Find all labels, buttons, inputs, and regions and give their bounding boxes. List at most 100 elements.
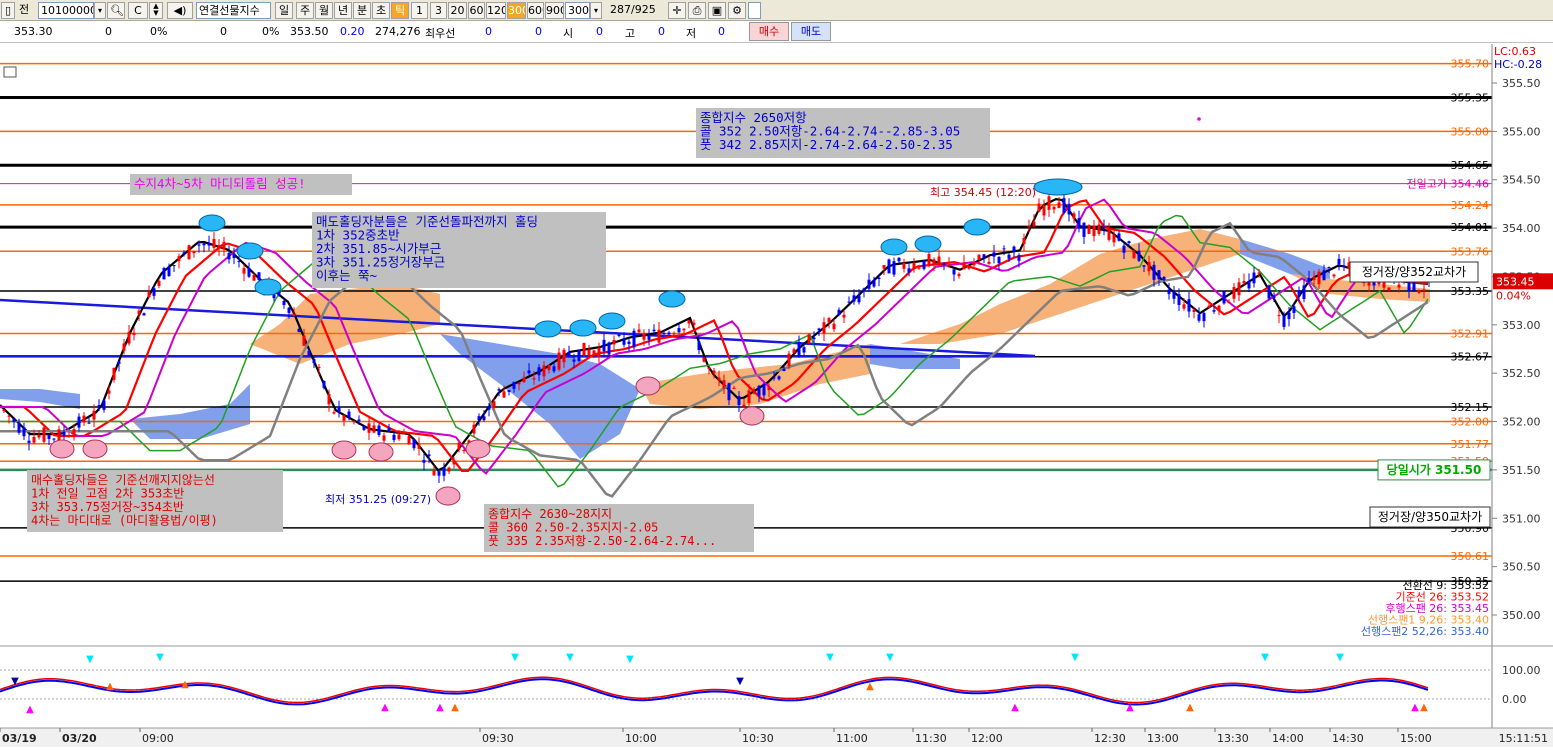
candle-body-33	[167, 266, 171, 277]
period-button-2[interactable]: 월	[315, 2, 333, 19]
period-button-0[interactable]: 일	[275, 2, 293, 19]
settings-icon[interactable]: ⚙	[728, 2, 746, 19]
candle-body-208	[1042, 205, 1046, 216]
candle-body-78	[392, 434, 396, 441]
interval-button-1[interactable]: 1	[411, 2, 428, 19]
dot-marker	[1197, 117, 1201, 121]
change-value-1: 0	[105, 25, 112, 38]
level-label-9: 352.67	[1451, 351, 1490, 364]
price-chart[interactable]: 355.70 355.35 355.00 354.65 354.24 354.01 353.…	[0, 44, 1553, 747]
interval-button-300[interactable]: 300	[507, 2, 526, 19]
quote-infobar: 353.30 0 0% 0 0% 353.50 0.20 274,276 최우선…	[0, 21, 1553, 43]
candle-body-166	[832, 323, 836, 330]
chart-type-icon[interactable]: ▯	[1, 2, 15, 19]
candle-body-220	[1102, 226, 1106, 228]
code-input[interactable]: 10100000	[38, 2, 94, 19]
candle-body-109	[547, 365, 551, 371]
candle-body-49	[247, 267, 251, 277]
candle-body-46	[232, 253, 236, 259]
interval-button-60[interactable]: 60	[468, 2, 485, 19]
annotation-text-a4-0: 매수홀딩자들은 기준선깨지지않는선	[31, 473, 215, 487]
level-label-2: 355.00	[1451, 125, 1490, 138]
candle-body-230	[1152, 264, 1156, 280]
candle-body-195	[977, 254, 981, 260]
candle-body-23	[117, 361, 121, 364]
candle-body-81	[407, 436, 411, 445]
interval-button-3[interactable]: 3	[430, 2, 447, 19]
item-name-field[interactable]: 연결선물지수	[196, 2, 271, 19]
candle-body-162	[812, 337, 816, 340]
period-button-6[interactable]: 틱	[391, 2, 409, 19]
interval-button-900[interactable]: 900	[545, 2, 564, 19]
y-tick-label-3: 354.00	[1502, 222, 1541, 235]
period-button-5[interactable]: 초	[372, 2, 390, 19]
period-button-1[interactable]: 주	[296, 2, 314, 19]
candle-body-63	[317, 366, 321, 368]
candle-body-159	[797, 341, 801, 358]
candle-body-175	[877, 277, 881, 279]
candle-body-186	[932, 259, 936, 264]
marker-top-7	[880, 238, 908, 256]
osc-tick-100: 100.00	[1502, 664, 1541, 677]
candle-body-57	[287, 307, 291, 313]
grid-toggle-icon[interactable]	[3, 66, 17, 78]
candle-body-117	[587, 349, 591, 356]
level-label-0: 355.70	[1451, 58, 1490, 71]
chart-canvas[interactable]: 355.70 355.35 355.00 354.65 354.24 354.01 353.…	[0, 44, 1553, 747]
option-checkbox[interactable]	[748, 2, 761, 19]
save-icon[interactable]: ▣	[708, 2, 726, 19]
change-value-2: 0	[220, 25, 227, 38]
code-history-icon[interactable]: C	[128, 2, 148, 19]
buy-button[interactable]: 매수	[749, 22, 789, 41]
candle-body-205	[1027, 225, 1031, 227]
candle-body-6	[32, 437, 36, 443]
period-button-4[interactable]: 분	[353, 2, 371, 19]
candle-body-184	[922, 260, 926, 269]
marker-top-3	[534, 320, 562, 338]
candle-body-179	[897, 257, 901, 262]
sell-button[interactable]: 매도	[791, 22, 831, 41]
period-button-3[interactable]: 년	[334, 2, 352, 19]
candle-body-177	[887, 259, 891, 274]
candle-body-151	[757, 385, 761, 396]
y-tick-label-0: 355.50	[1502, 77, 1541, 90]
code-dropdown-icon[interactable]: ▾	[94, 2, 106, 19]
candle-body-67	[337, 406, 341, 413]
search-icon[interactable]: 🔍︎	[107, 2, 125, 19]
osc-arrow-14: ▲	[866, 681, 874, 692]
osc-arrow-1: ▼	[156, 652, 164, 663]
osc-arrow-21: ▲	[1411, 702, 1419, 713]
candle-body-110	[552, 366, 556, 372]
y-tick-label-6: 352.50	[1502, 367, 1541, 380]
candle-body-100	[502, 391, 506, 398]
candle-body-86	[432, 470, 436, 476]
candle-body-59	[297, 328, 301, 333]
spin-icon[interactable]: ▲ ▼	[149, 2, 163, 19]
candle-body-223	[1117, 233, 1121, 241]
best-value-1: 0	[485, 25, 492, 38]
y-tick-label-10: 350.50	[1502, 561, 1541, 574]
candle-body-154	[772, 377, 776, 379]
interval-button-600[interactable]: 600	[527, 2, 544, 19]
candle-body-21	[107, 390, 111, 394]
interval-button-20[interactable]: 20	[448, 2, 467, 19]
candle-body-256	[1282, 315, 1286, 327]
candle-body-232	[1162, 277, 1166, 280]
period-first-label: 전	[19, 3, 30, 16]
candle-body-44	[222, 241, 226, 250]
crosshair-icon[interactable]: ✛	[668, 2, 686, 19]
candle-body-76	[382, 435, 386, 441]
candle-body-191	[957, 273, 961, 277]
candle-body-279	[1397, 284, 1401, 288]
candle-body-48	[242, 268, 246, 274]
print-icon[interactable]: ⎙	[688, 2, 706, 19]
sound-icon[interactable]: ◀)	[167, 2, 193, 19]
candle-body-114	[572, 359, 576, 362]
interval-dropdown-icon[interactable]: ▾	[590, 2, 602, 19]
candle-body-253	[1267, 285, 1271, 299]
interval-input[interactable]: 300	[565, 2, 590, 19]
candle-body-97	[487, 406, 491, 410]
candle-body-70	[352, 421, 356, 423]
candle-body-16	[82, 415, 86, 423]
interval-button-120[interactable]: 120	[486, 2, 506, 19]
